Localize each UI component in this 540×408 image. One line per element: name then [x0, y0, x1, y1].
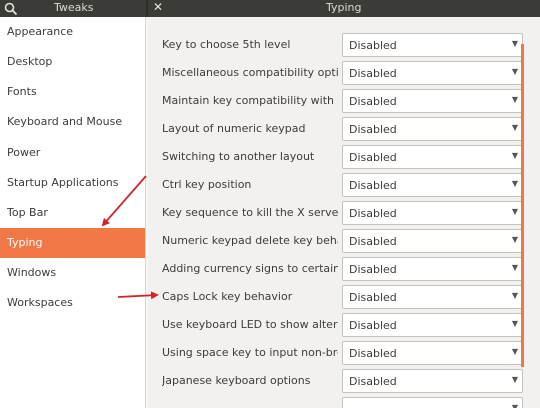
dropdown-arrow-icon: ▼	[511, 151, 518, 160]
sidebar-item-power[interactable]: Power	[0, 138, 145, 168]
sidebar: Appearance Desktop Fonts Keyboard and Mo…	[0, 17, 146, 408]
setting-label: Switching to another layout	[162, 150, 315, 163]
dropdown-value: Disabled	[349, 39, 397, 52]
dropdown-arrow-icon: ▼	[511, 123, 518, 132]
dropdown-value: Disabled	[349, 235, 397, 248]
setting-row: Use keyboard LED to show altern… Disable…	[148, 311, 540, 339]
sidebar-item-desktop[interactable]: Desktop	[0, 47, 145, 77]
dropdown-arrow-icon: ▼	[511, 291, 518, 300]
setting-row: Maintain key compatibility with o… Disab…	[148, 87, 540, 115]
setting-dropdown[interactable]: Disabled ▼	[342, 285, 523, 309]
sidebar-item-typing[interactable]: Typing	[0, 228, 145, 258]
setting-dropdown[interactable]: ▼	[342, 397, 523, 408]
sidebar-item-workspaces[interactable]: Workspaces	[0, 288, 145, 318]
setting-label: Key sequence to kill the X server	[162, 206, 338, 219]
page-title: Typing	[326, 1, 362, 14]
setting-dropdown[interactable]: Disabled ▼	[342, 313, 523, 337]
dropdown-arrow-icon: ▼	[511, 403, 518, 408]
setting-label: Layout of numeric keypad	[162, 122, 306, 135]
dropdown-arrow-icon: ▼	[511, 207, 518, 216]
setting-dropdown[interactable]: Disabled ▼	[342, 145, 523, 169]
setting-label: Using space key to input non-brea…	[162, 346, 338, 359]
setting-label: Numeric keypad delete key behav…	[162, 234, 338, 247]
setting-row: Ctrl key position Disabled ▼	[148, 171, 540, 199]
setting-row: Switching to another layout Disabled ▼	[148, 143, 540, 171]
setting-row: Layout of numeric keypad Disabled ▼	[148, 115, 540, 143]
setting-label: Maintain key compatibility with o…	[162, 94, 338, 107]
setting-label: Key to choose 5th level	[162, 38, 291, 51]
dropdown-arrow-icon: ▼	[511, 347, 518, 356]
setting-dropdown[interactable]: Disabled ▼	[342, 173, 523, 197]
dropdown-value: Disabled	[349, 375, 397, 388]
setting-dropdown[interactable]: Disabled ▼	[342, 117, 523, 141]
setting-dropdown[interactable]: Disabled ▼	[342, 89, 523, 113]
setting-row: Numeric keypad delete key behav… Disable…	[148, 227, 540, 255]
setting-row-partial: ▼	[148, 395, 540, 408]
settings-panel: Key to choose 5th level Disabled ▼ Misce…	[148, 17, 540, 408]
sidebar-item-windows[interactable]: Windows	[0, 258, 145, 288]
setting-label: Adding currency signs to certain k…	[162, 262, 338, 275]
search-icon[interactable]	[4, 2, 18, 16]
dropdown-value: Disabled	[349, 123, 397, 136]
setting-label: Japanese keyboard options	[162, 374, 311, 387]
setting-dropdown[interactable]: Disabled ▼	[342, 229, 523, 253]
setting-label: Use keyboard LED to show altern…	[162, 318, 338, 331]
setting-row: Key sequence to kill the X server Disabl…	[148, 199, 540, 227]
setting-row-caps-lock: Caps Lock key behavior Disabled ▼	[148, 283, 540, 311]
setting-row: Adding currency signs to certain k… Disa…	[148, 255, 540, 283]
dropdown-value: Disabled	[349, 179, 397, 192]
dropdown-arrow-icon: ▼	[511, 235, 518, 244]
dropdown-arrow-icon: ▼	[511, 319, 518, 328]
dropdown-value: Disabled	[349, 319, 397, 332]
dropdown-arrow-icon: ▼	[511, 39, 518, 48]
setting-row: Japanese keyboard options Disabled ▼	[148, 367, 540, 395]
sidebar-item-appearance[interactable]: Appearance	[0, 17, 145, 47]
scrollbar[interactable]	[521, 44, 524, 367]
setting-dropdown[interactable]: Disabled ▼	[342, 257, 523, 281]
setting-dropdown[interactable]: Disabled ▼	[342, 33, 523, 57]
setting-label: Ctrl key position	[162, 178, 252, 191]
dropdown-value: Disabled	[349, 291, 397, 304]
sidebar-title: Tweaks	[54, 1, 94, 14]
setting-dropdown[interactable]: Disabled ▼	[342, 341, 523, 365]
setting-dropdown[interactable]: Disabled ▼	[342, 369, 523, 393]
sidebar-item-startup-applications[interactable]: Startup Applications	[0, 168, 145, 198]
main-header: ✕ Typing	[148, 0, 540, 17]
sidebar-item-keyboard-and-mouse[interactable]: Keyboard and Mouse	[0, 107, 145, 137]
dropdown-value: Disabled	[349, 263, 397, 276]
setting-label: Caps Lock key behavior	[162, 290, 293, 303]
dropdown-value: Disabled	[349, 347, 397, 360]
dropdown-arrow-icon: ▼	[511, 179, 518, 188]
dropdown-arrow-icon: ▼	[511, 263, 518, 272]
dropdown-arrow-icon: ▼	[511, 67, 518, 76]
setting-row: Key to choose 5th level Disabled ▼	[148, 31, 540, 59]
setting-dropdown[interactable]: Disabled ▼	[342, 61, 523, 85]
dropdown-arrow-icon: ▼	[511, 95, 518, 104]
sidebar-item-top-bar[interactable]: Top Bar	[0, 198, 145, 228]
dropdown-value: Disabled	[349, 207, 397, 220]
dropdown-arrow-icon: ▼	[511, 375, 518, 384]
dropdown-value: Disabled	[349, 151, 397, 164]
sidebar-item-fonts[interactable]: Fonts	[0, 77, 145, 107]
close-icon[interactable]: ✕	[153, 0, 163, 14]
sidebar-header: Tweaks	[0, 0, 146, 17]
dropdown-value: Disabled	[349, 95, 397, 108]
setting-dropdown[interactable]: Disabled ▼	[342, 201, 523, 225]
setting-label: Miscellaneous compatibility opti…	[162, 66, 338, 79]
setting-row: Miscellaneous compatibility opti… Disabl…	[148, 59, 540, 87]
dropdown-value: Disabled	[349, 67, 397, 80]
setting-row: Using space key to input non-brea… Disab…	[148, 339, 540, 367]
